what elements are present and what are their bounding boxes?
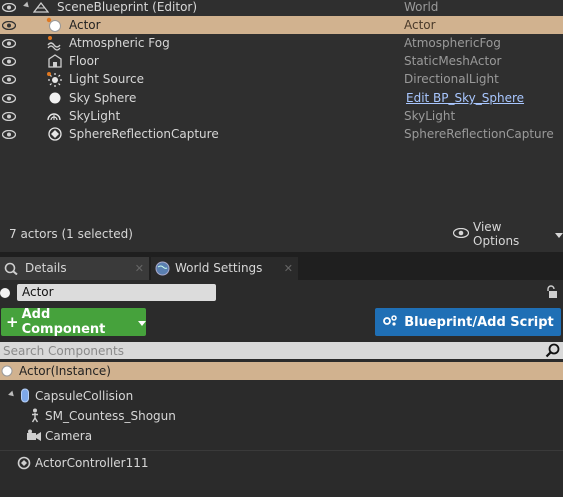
static-mesh-icon — [47, 53, 63, 69]
close-icon[interactable]: ✕ — [284, 262, 293, 275]
outliner-row-type: World — [404, 0, 439, 14]
actor-instance-row[interactable]: Actor(Instance) — [0, 362, 563, 380]
skylight-icon — [46, 108, 62, 124]
outliner-row-actor[interactable]: Actor Actor — [0, 16, 563, 34]
actor-name-field[interactable]: Actor — [17, 284, 216, 301]
fog-icon — [46, 35, 62, 51]
outliner-row-label: SkyLight — [69, 109, 121, 123]
outliner-row-world[interactable]: SceneBlueprint (Editor) World — [0, 0, 563, 16]
visibility-eye-icon[interactable] — [1, 55, 17, 67]
search-components-bar — [0, 342, 563, 359]
outliner-row-sky-sphere[interactable]: Sky Sphere Edit BP_Sky_Sphere — [0, 89, 563, 107]
search-components-input[interactable] — [3, 342, 538, 359]
expand-arrow-icon[interactable] — [8, 390, 16, 399]
capsule-icon — [20, 388, 30, 406]
actor-name-row: Actor — [0, 284, 563, 302]
add-component-button[interactable]: + Add Component — [1, 307, 146, 337]
component-row-camera[interactable]: Camera — [0, 427, 563, 445]
outliner-row-label: SceneBlueprint (Editor) — [57, 0, 198, 14]
world-outliner: SceneBlueprint (Editor) World Actor Acto… — [0, 0, 563, 252]
actor-sphere-icon — [46, 17, 62, 33]
outliner-row-label: SphereReflectionCapture — [69, 127, 219, 141]
component-row-capsule-collision[interactable]: CapsuleCollision — [0, 387, 563, 405]
skeletal-mesh-icon — [30, 408, 40, 426]
outliner-row-atmospheric-fog[interactable]: Atmospheric Fog AtmosphericFog — [0, 34, 563, 52]
actor-instance-label: Actor(Instance) — [19, 364, 111, 378]
actor-count: 7 actors (1 selected) — [9, 227, 133, 241]
search-icon[interactable] — [545, 343, 560, 361]
actor-controller-icon — [17, 455, 33, 473]
details-icon — [4, 262, 18, 278]
component-row-actor-controller[interactable]: ActorController111 — [0, 454, 563, 472]
actor-sphere-icon — [1, 365, 13, 380]
component-label: SM_Countess_Shogun — [45, 409, 176, 423]
edit-blueprint-link[interactable]: Edit BP_Sky_Sphere — [406, 91, 524, 105]
view-options-button[interactable]: View Options — [452, 220, 563, 248]
outliner-footer: 7 actors (1 selected) View Options — [0, 220, 563, 248]
chevron-down-icon — [138, 315, 146, 330]
outliner-row-type: StaticMeshActor — [404, 54, 502, 68]
camera-icon — [26, 429, 42, 445]
expand-arrow-icon[interactable] — [23, 1, 31, 10]
component-row-sm-countess-shogun[interactable]: SM_Countess_Shogun — [0, 407, 563, 425]
component-label: Camera — [45, 429, 93, 443]
component-separator — [0, 450, 563, 451]
visibility-eye-icon[interactable] — [1, 73, 17, 85]
visibility-eye-icon[interactable] — [1, 128, 17, 140]
tab-label: Details — [25, 261, 67, 275]
visibility-eye-icon[interactable] — [1, 19, 17, 31]
eye-icon — [452, 227, 470, 241]
outliner-row-label: Floor — [69, 54, 99, 68]
component-label: ActorController111 — [35, 456, 149, 470]
outliner-row-type: Actor — [404, 18, 436, 32]
outliner-row-type: AtmosphericFog — [404, 36, 501, 50]
outliner-row-label: Sky Sphere — [69, 91, 137, 105]
chevron-down-icon — [555, 227, 563, 241]
blueprint-add-script-label: Blueprint/Add Script — [404, 314, 554, 330]
outliner-row-light-source[interactable]: Light Source DirectionalLight — [0, 70, 563, 88]
outliner-row-sphere-reflection-capture[interactable]: SphereReflectionCapture SphereReflection… — [0, 125, 563, 143]
details-tab-bar: Details ✕ World Settings ✕ — [0, 252, 563, 280]
tab-details[interactable]: Details ✕ — [0, 257, 149, 280]
outliner-row-type: SphereReflectionCapture — [404, 127, 554, 141]
outliner-row-type: DirectionalLight — [404, 72, 499, 86]
world-icon — [33, 0, 49, 15]
tab-world-settings[interactable]: World Settings ✕ — [151, 257, 298, 280]
reflection-capture-icon — [47, 126, 63, 142]
tab-label: World Settings — [175, 261, 263, 275]
outliner-row-type: SkyLight — [404, 109, 456, 123]
world-settings-icon — [155, 261, 170, 279]
lock-icon[interactable] — [545, 285, 558, 302]
component-label: CapsuleCollision — [35, 389, 134, 403]
outliner-row-skylight[interactable]: SkyLight SkyLight — [0, 107, 563, 125]
visibility-eye-icon[interactable] — [1, 110, 17, 122]
visibility-eye-icon[interactable] — [1, 92, 17, 104]
outliner-row-label: Light Source — [69, 72, 144, 86]
add-component-label: Add Component — [21, 307, 106, 337]
visibility-eye-icon[interactable] — [1, 1, 17, 13]
blueprint-add-script-button[interactable]: Blueprint/Add Script — [375, 308, 561, 336]
outliner-row-label: Atmospheric Fog — [69, 36, 170, 50]
details-panel: Actor + Add Component Blueprint/Add Scri… — [0, 280, 563, 497]
close-icon[interactable]: ✕ — [135, 262, 144, 275]
outliner-row-label: Actor — [69, 18, 101, 32]
outliner-row-floor[interactable]: Floor StaticMeshActor — [0, 52, 563, 70]
plus-icon: + — [6, 313, 19, 331]
directional-light-icon — [46, 71, 62, 87]
sphere-icon — [47, 90, 63, 106]
view-options-label: View Options — [473, 220, 520, 248]
actor-sphere-icon — [0, 287, 11, 302]
gear-icon — [382, 314, 398, 331]
visibility-eye-icon[interactable] — [1, 37, 17, 49]
